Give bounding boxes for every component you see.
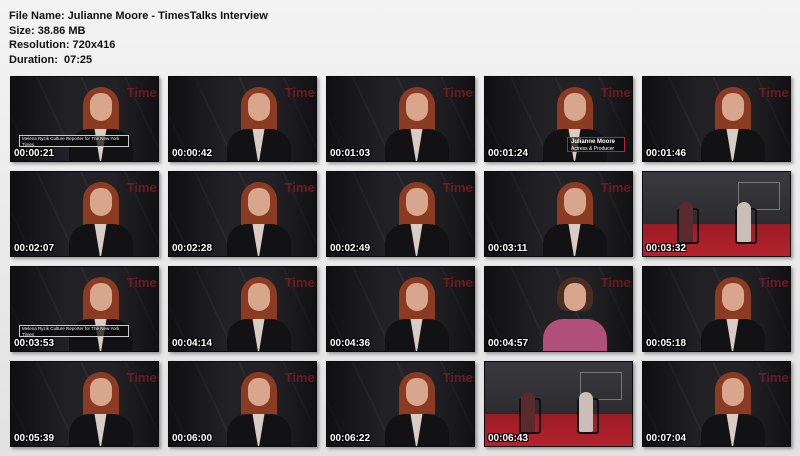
file-name: File Name: Julianne Moore - TimesTalks I… bbox=[9, 10, 268, 22]
speaker-figure bbox=[381, 271, 451, 351]
speaker-figure bbox=[223, 366, 293, 446]
speaker-figure bbox=[65, 176, 135, 256]
face bbox=[247, 378, 270, 406]
speaker-figure bbox=[539, 176, 609, 256]
face bbox=[405, 378, 428, 406]
timestamp-label: 00:00:21 bbox=[14, 148, 55, 159]
face bbox=[89, 283, 112, 311]
face bbox=[247, 93, 270, 121]
video-thumbnail[interactable]: Times00:02:07 bbox=[10, 171, 159, 257]
timestamp-label: 00:05:39 bbox=[14, 433, 55, 444]
speaker-figure bbox=[381, 176, 451, 256]
video-thumbnail[interactable]: TimesMelena Ryzik Culture Reporter for T… bbox=[10, 266, 159, 352]
face bbox=[89, 188, 112, 216]
face bbox=[721, 378, 744, 406]
guest-figure bbox=[737, 202, 751, 242]
face bbox=[89, 378, 112, 406]
speaker-figure bbox=[65, 81, 135, 161]
face bbox=[405, 188, 428, 216]
face bbox=[563, 188, 586, 216]
video-thumbnail[interactable]: TimesJulianne MooreActress & Producer00:… bbox=[484, 76, 633, 162]
video-thumbnail[interactable]: Times00:01:03 bbox=[326, 76, 475, 162]
video-thumbnail[interactable]: Times00:06:00 bbox=[168, 361, 317, 447]
speaker-figure bbox=[223, 176, 293, 256]
file-info: File Name: Julianne Moore - TimesTalks I… bbox=[9, 9, 268, 67]
name-card-subtitle: Actress & Producer bbox=[571, 146, 615, 152]
timestamp-label: 00:02:28 bbox=[172, 243, 213, 254]
caption-line: Melena Ryzik Culture Reporter for The Ne… bbox=[22, 326, 120, 337]
video-thumbnail[interactable]: 00:06:43 bbox=[484, 361, 633, 447]
speaker-figure bbox=[381, 366, 451, 446]
speaker-figure bbox=[65, 366, 135, 446]
timestamp-label: 00:05:18 bbox=[646, 338, 687, 349]
file-duration: Duration: 07:25 bbox=[9, 53, 93, 66]
speaker-figure bbox=[223, 81, 293, 161]
video-thumbnail[interactable]: TimesMelena Ryzik Culture Reporter for T… bbox=[10, 76, 159, 162]
file-size: Size: 38.86 MB bbox=[9, 24, 86, 37]
timestamp-label: 00:00:42 bbox=[172, 148, 213, 159]
timestamp-label: 00:07:04 bbox=[646, 433, 687, 444]
timestamp-label: 00:06:22 bbox=[330, 433, 371, 444]
timestamp-label: 00:01:24 bbox=[488, 148, 529, 159]
face bbox=[721, 93, 744, 121]
interviewer-figure bbox=[521, 392, 535, 432]
video-thumbnail[interactable]: Times00:02:28 bbox=[168, 171, 317, 257]
timestamp-label: 00:02:07 bbox=[14, 243, 55, 254]
video-thumbnail[interactable]: Times00:04:36 bbox=[326, 266, 475, 352]
video-thumbnail[interactable]: Times00:07:04 bbox=[642, 361, 791, 447]
lower-third-caption: Melena Ryzik Culture Reporter for The Ne… bbox=[19, 135, 129, 147]
speaker-figure bbox=[381, 81, 451, 161]
video-thumbnail[interactable]: Times00:05:18 bbox=[642, 266, 791, 352]
face bbox=[721, 283, 744, 311]
speaker-figure bbox=[697, 366, 767, 446]
face bbox=[405, 93, 428, 121]
interviewer-figure bbox=[679, 202, 693, 242]
timestamp-label: 00:04:14 bbox=[172, 338, 213, 349]
timestamp-label: 00:03:11 bbox=[488, 243, 528, 254]
speaker-figure bbox=[539, 271, 609, 351]
timestamp-label: 00:03:32 bbox=[646, 243, 687, 254]
timestamp-label: 00:01:46 bbox=[646, 148, 687, 159]
timestamp-label: 00:06:00 bbox=[172, 433, 213, 444]
file-resolution: Resolution: 720x416 bbox=[9, 39, 116, 51]
name-card: Julianne Moore Actress & Producer bbox=[567, 137, 625, 152]
face bbox=[405, 283, 428, 311]
jacket bbox=[542, 319, 607, 351]
name-card-title: Julianne Moore bbox=[571, 139, 616, 145]
lower-third-caption: Melena Ryzik Culture Reporter for The Ne… bbox=[19, 325, 129, 337]
face bbox=[563, 93, 586, 121]
speaker-figure bbox=[65, 271, 135, 351]
video-thumbnail[interactable]: Times00:03:11 bbox=[484, 171, 633, 257]
timestamp-label: 00:06:43 bbox=[488, 433, 529, 444]
face bbox=[563, 283, 586, 311]
video-thumbnail[interactable]: Times00:05:39 bbox=[10, 361, 159, 447]
face bbox=[247, 283, 270, 311]
speaker-figure bbox=[697, 81, 767, 161]
video-thumbnail[interactable]: Times00:02:49 bbox=[326, 171, 475, 257]
timestamp-label: 00:04:36 bbox=[330, 338, 371, 349]
face bbox=[89, 93, 112, 121]
timestamp-label: 00:04:57 bbox=[488, 338, 529, 349]
face bbox=[247, 188, 270, 216]
timestamp-label: 00:03:53 bbox=[14, 338, 55, 349]
video-thumbnail[interactable]: Times00:04:57 bbox=[484, 266, 633, 352]
timestamp-label: 00:02:49 bbox=[330, 243, 371, 254]
timestamp-label: 00:01:03 bbox=[330, 148, 371, 159]
speaker-figure bbox=[223, 271, 293, 351]
video-thumbnail[interactable]: Times00:00:42 bbox=[168, 76, 317, 162]
video-thumbnail[interactable]: Times00:06:22 bbox=[326, 361, 475, 447]
video-thumbnail[interactable]: 00:03:32 bbox=[642, 171, 791, 257]
speaker-figure bbox=[697, 271, 767, 351]
caption-line: Melena Ryzik Culture Reporter for The Ne… bbox=[22, 136, 120, 147]
video-thumbnail[interactable]: Times00:04:14 bbox=[168, 266, 317, 352]
guest-figure bbox=[579, 392, 593, 432]
video-thumbnail[interactable]: Times00:01:46 bbox=[642, 76, 791, 162]
